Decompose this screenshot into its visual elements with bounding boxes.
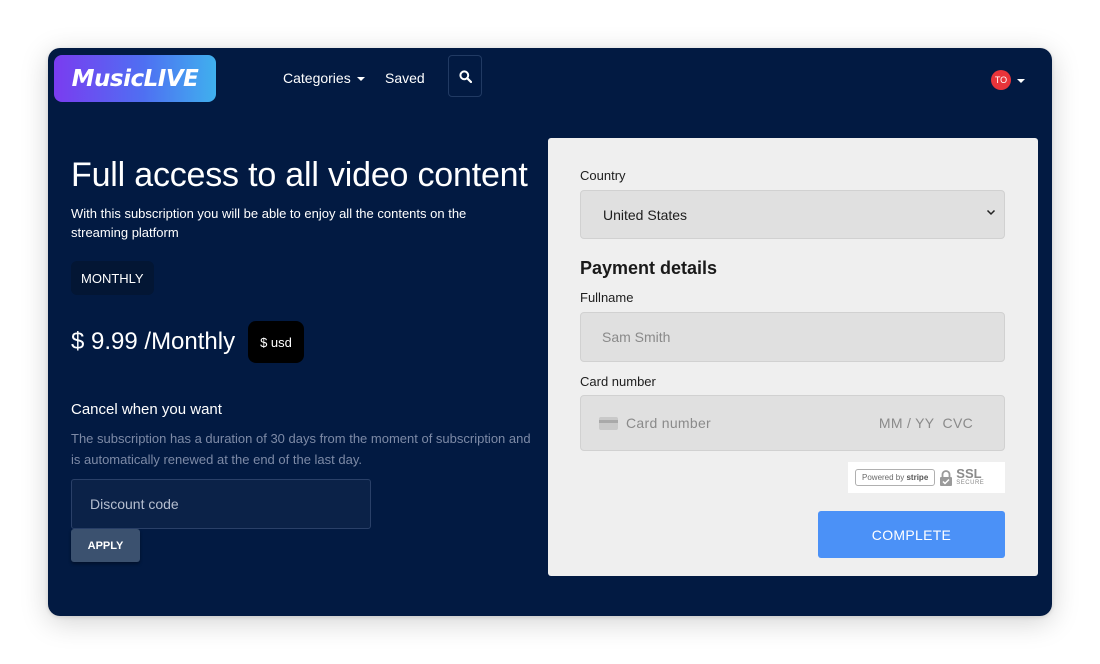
card-number-field[interactable]: Card number MM / YY CVC (580, 395, 1005, 451)
card-expiry-cvc-placeholder: MM / YY CVC (878, 415, 973, 431)
nav-saved[interactable]: Saved (385, 70, 425, 86)
page-subtitle: With this subscription you will be able … (71, 206, 467, 240)
fullname-label: Fullname (580, 290, 634, 305)
powered-by-text: Powered by (862, 473, 905, 482)
nav-categories[interactable]: Categories (283, 70, 365, 86)
logo[interactable]: MusicLIVE (54, 55, 216, 102)
cancel-title: Cancel when you want (71, 401, 222, 418)
card-number-placeholder: Card number (626, 415, 712, 431)
nav-saved-label: Saved (385, 70, 425, 86)
chevron-down-icon (986, 209, 996, 216)
plan-badge: MONTHLY (71, 261, 154, 295)
powered-by-stripe: Powered by stripe (855, 469, 936, 486)
payment-details-title: Payment details (580, 258, 718, 278)
caret-down-icon (356, 77, 365, 81)
ssl-badge: SSL SECURE (939, 466, 985, 487)
search-button[interactable] (448, 55, 482, 97)
logo-text: MusicLIVE (71, 65, 199, 92)
payment-panel: Country United States Payment details Fu… (548, 138, 1038, 576)
page-title: Full access to all video content (71, 156, 528, 194)
country-label: Country (580, 168, 626, 183)
country-value: United States (603, 206, 688, 223)
stripe-badge: Powered by stripe SSL SECURE (848, 462, 1005, 493)
ssl-text: SSL (956, 466, 982, 481)
card-number-label: Card number (580, 374, 656, 389)
caret-down-icon (1017, 79, 1025, 83)
credit-card-icon (599, 416, 618, 430)
ssl-secure-text: SECURE (956, 480, 985, 486)
discount-code-input[interactable] (71, 479, 371, 529)
cancel-description: The subscription has a duration of 30 da… (71, 431, 531, 467)
fullname-input[interactable] (580, 312, 1005, 362)
nav-categories-label: Categories (283, 70, 351, 86)
search-icon (458, 69, 472, 83)
stripe-text: stripe (906, 473, 929, 482)
app-window: MusicLIVE Categories Saved TO Full acces… (48, 48, 1052, 616)
price: $ 9.99 /Monthly (71, 328, 236, 355)
country-select[interactable]: United States (580, 190, 1005, 239)
avatar: TO (991, 70, 1011, 90)
user-menu[interactable]: TO (991, 70, 1025, 90)
complete-button[interactable]: COMPLETE (818, 511, 1005, 558)
apply-button[interactable]: APPLY (71, 529, 140, 562)
padlock-icon (940, 469, 953, 486)
currency-badge: $ usd (248, 321, 304, 363)
